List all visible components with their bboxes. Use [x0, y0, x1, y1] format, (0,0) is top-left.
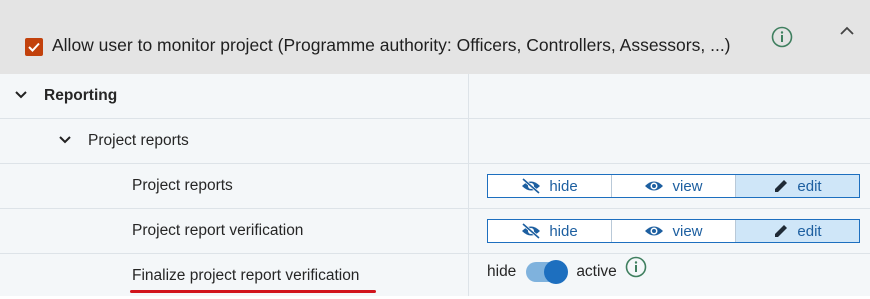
- grid-row-project-reports: Project reports hide view edit: [0, 164, 870, 209]
- column-divider: [468, 74, 469, 296]
- pencil-icon: [775, 225, 788, 237]
- edit-option-button[interactable]: edit: [736, 220, 859, 242]
- active-toggle-switch[interactable]: [526, 260, 569, 284]
- permission-segmented-control: hide view edit: [487, 219, 860, 243]
- checkmark-icon: [28, 42, 40, 52]
- permission-segmented-control: hide view edit: [487, 174, 860, 198]
- grid-row-reporting: Reporting: [0, 74, 870, 119]
- eye-icon: [645, 181, 664, 191]
- hide-option-label: hide: [549, 222, 578, 240]
- view-option-button[interactable]: view: [612, 175, 736, 197]
- view-option-button[interactable]: view: [612, 220, 736, 242]
- chevron-down-icon[interactable]: [14, 90, 28, 100]
- permission-panel-header: Allow user to monitor project (Programme…: [0, 0, 870, 74]
- permission-grid: Reporting Project reports Project report…: [0, 74, 870, 296]
- edit-option-button[interactable]: edit: [736, 175, 859, 197]
- annotation-underline: [130, 290, 376, 293]
- monitor-project-label: Allow user to monitor project (Programme…: [52, 35, 731, 55]
- hide-option-button[interactable]: hide: [488, 220, 612, 242]
- row-label: Project report verification: [132, 222, 304, 239]
- toggle-off-label: hide: [487, 263, 517, 280]
- grid-row-project-reports-group: Project reports: [0, 119, 870, 164]
- row-label: Project reports: [132, 177, 233, 194]
- chevron-down-icon[interactable]: [58, 135, 72, 145]
- view-option-label: view: [672, 222, 703, 240]
- edit-option-label: edit: [797, 177, 822, 195]
- toggle-knob: [544, 260, 569, 284]
- pencil-icon: [775, 180, 788, 192]
- info-circle-icon[interactable]: [625, 256, 647, 278]
- finalize-toggle-group: hide active: [487, 256, 647, 284]
- info-circle-icon[interactable]: [771, 26, 793, 48]
- monitor-project-checkbox[interactable]: [25, 38, 43, 56]
- eye-off-icon: [522, 178, 541, 194]
- hide-option-button[interactable]: hide: [488, 175, 612, 197]
- chevron-up-icon[interactable]: [838, 24, 856, 38]
- eye-icon: [645, 226, 664, 236]
- row-label: Reporting: [44, 87, 118, 104]
- toggle-on-label: active: [576, 263, 617, 280]
- edit-option-label: edit: [797, 222, 822, 240]
- row-label: Project reports: [88, 132, 189, 149]
- view-option-label: view: [672, 177, 703, 195]
- row-label: Finalize project report verification: [132, 267, 360, 284]
- grid-row-project-report-verification: Project report verification hide view ed…: [0, 209, 870, 254]
- eye-off-icon: [522, 223, 541, 239]
- hide-option-label: hide: [549, 177, 578, 195]
